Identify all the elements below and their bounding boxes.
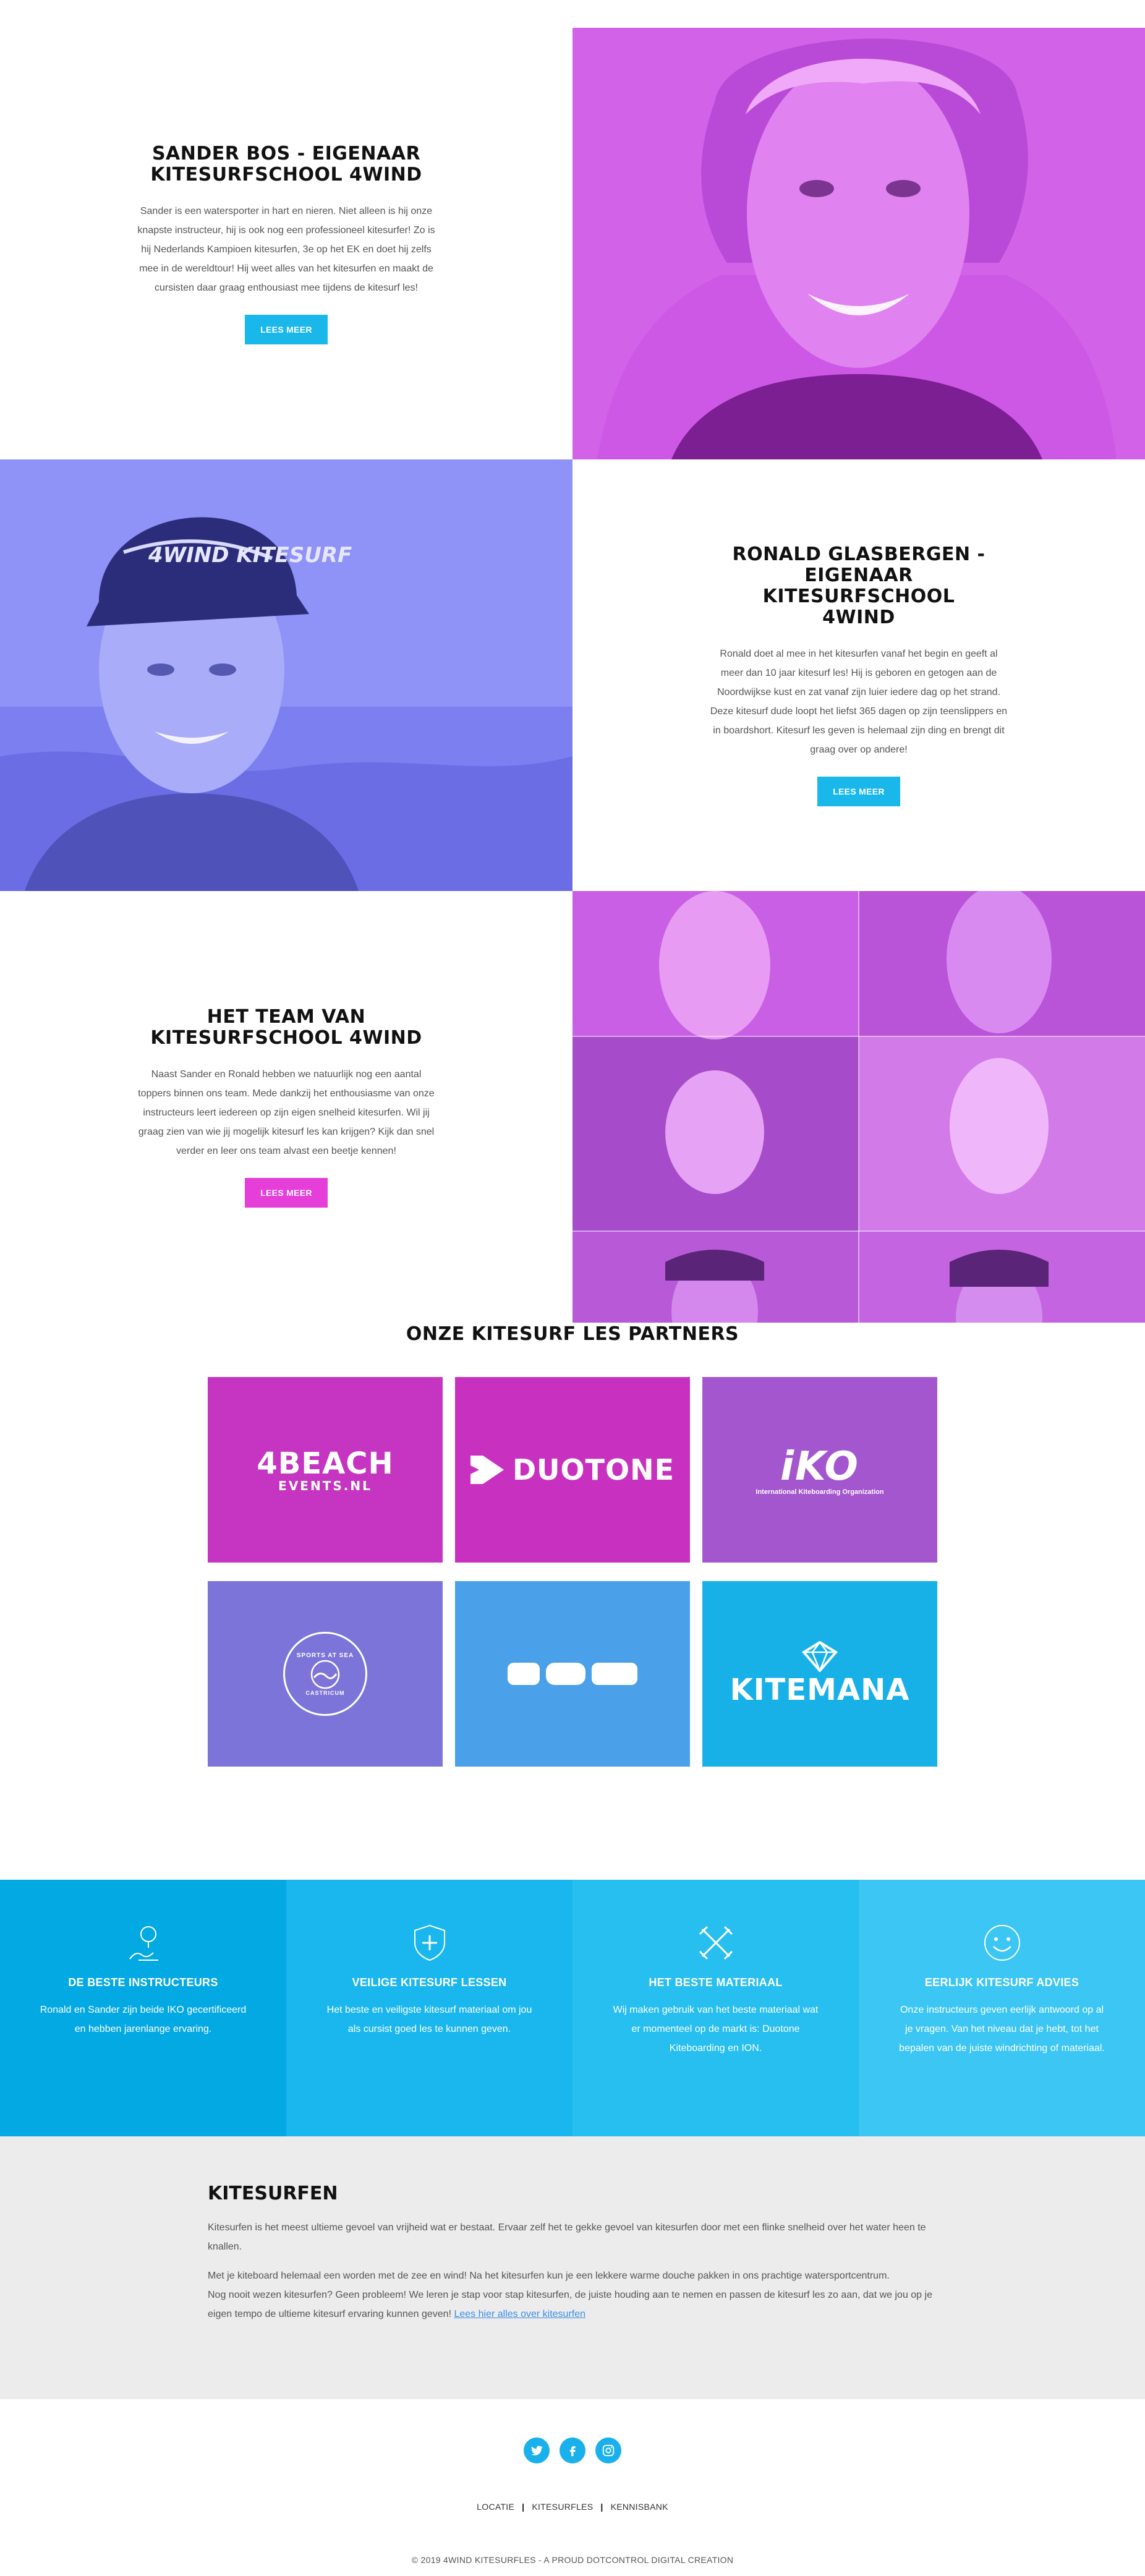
team-collage-image: [572, 891, 1145, 1323]
facebook-icon: [569, 2446, 576, 2457]
team-title: HET TEAM VAN KITESURFSCHOOL 4WIND: [150, 1005, 422, 1049]
ronald-photo: 4WIND KITESURF: [0, 459, 572, 891]
feature-veilige-lessen-body: Het beste en veiligste kitesurf materiaa…: [326, 2005, 532, 2034]
cap-logo-text: 4WIND KITESURF: [148, 543, 352, 568]
copyright: © 2019 4WIND KITESURFLES - A PROUD DOTCO…: [411, 2555, 734, 2565]
ion-logo: ION: [508, 1663, 637, 1685]
feature-instructeurs-body: Ronald en Sander zijn beide IKO gecertif…: [40, 2005, 247, 2034]
social-links: [0, 2437, 1145, 2463]
partner-4beach-tile[interactable]: 4BEACH EVENTS.NL: [208, 1377, 443, 1563]
page: SANDER BOS - EIGENAAR KITESURFSCHOOL 4WIN…: [0, 0, 1145, 2576]
feature-veilige-lessen: VEILIGE KITESURF LESSEN Het beste en vei…: [286, 1880, 572, 2136]
4beach-logo: 4BEACH EVENTS.NL: [257, 1446, 394, 1493]
feature-instructeurs-title: DE BESTE INSTRUCTEURS: [68, 1976, 218, 1989]
trophy-icon: [129, 1926, 158, 1961]
footer-nav: LOCATIE | KITESURFLES | KENNISBANK: [477, 2502, 668, 2512]
kitesurfen-paragraph-1: Kitesurfen is het meest ultieme gevoel v…: [208, 2222, 926, 2252]
footer-link-kitesurfles[interactable]: KITESURFLES: [532, 2502, 593, 2512]
ronald-read-more-button[interactable]: LEES MEER: [817, 777, 900, 806]
wave-icon: [310, 1660, 340, 1689]
facebook-link[interactable]: [560, 2437, 585, 2463]
feature-materiaal-title: HET BESTE MATERIAAL: [649, 1976, 783, 1989]
instagram-icon: [602, 2444, 615, 2457]
feature-advies-title: EERLIJK KITESURF ADVIES: [924, 1976, 1079, 1989]
ronald-section: 4WIND KITESURF RONALD GLASBERGEN - EIGENA…: [0, 459, 1145, 891]
kitemana-diamond-icon: [801, 1640, 838, 1673]
partner-kitemana-tile[interactable]: KITEMANA: [702, 1581, 937, 1767]
shield-plus-icon: [414, 1924, 445, 1961]
team-read-more-button[interactable]: LEES MEER: [245, 1177, 328, 1208]
smiley-icon: [984, 1925, 1020, 1961]
sander-portrait-image: [572, 28, 1145, 459]
kitesurfen-section: KITESURFEN Kitesurfen is het meest ultie…: [0, 2136, 1145, 2399]
sander-body: Sander is een watersporter in hart en ni…: [137, 205, 435, 293]
sports-at-sea-logo: SPORTS AT SEA CASTRICUM: [283, 1632, 367, 1716]
feature-veilige-lessen-title: VEILIGE KITESURF LESSEN: [352, 1976, 507, 1989]
ronald-body: Ronald doet al mee in het kitesurfen van…: [710, 649, 1008, 755]
team-photo-grid: [572, 891, 1145, 1323]
footer-link-kennisbank[interactable]: KENNISBANK: [611, 2502, 668, 2512]
ronald-portrait-image: [0, 459, 572, 891]
kitemana-logo: KITEMANA: [730, 1640, 910, 1707]
feature-advies-body: Onze instructeurs geven eerlijk antwoord…: [899, 2005, 1105, 2054]
sander-text-block: SANDER BOS - EIGENAAR KITESURFSCHOOL 4WIN…: [0, 28, 572, 459]
sander-photo: [572, 28, 1145, 459]
team-text-block: HET TEAM VAN KITESURFSCHOOL 4WIND Naast S…: [0, 891, 572, 1323]
partner-iko-tile[interactable]: iKO International Kiteboarding Organizat…: [702, 1377, 937, 1563]
tools-icon: [699, 1926, 733, 1960]
footer-link-locatie[interactable]: LOCATIE: [477, 2502, 514, 2512]
ronald-title: RONALD GLASBERGEN - EIGENAAR KITESURFSCHO…: [732, 544, 985, 628]
sander-section: SANDER BOS - EIGENAAR KITESURFSCHOOL 4WIN…: [0, 28, 1145, 459]
sander-title: SANDER BOS - EIGENAAR KITESURFSCHOOL 4WIN…: [150, 142, 422, 186]
duotone-logo: DUOTONE: [470, 1453, 675, 1486]
partners-title: ONZE KITESURF LES PARTNERS: [406, 1323, 739, 1345]
svg-text:ION: ION: [572, 1677, 574, 1678]
kitesurfen-read-all-link[interactable]: Lees hier alles over kitesurfen: [454, 2309, 585, 2319]
partner-ion-tile[interactable]: ION: [455, 1581, 690, 1767]
team-section: HET TEAM VAN KITESURFSCHOOL 4WIND Naast S…: [0, 891, 1145, 1323]
duotone-icon: [470, 1456, 504, 1484]
ronald-text-block: RONALD GLASBERGEN - EIGENAAR KITESURFSCHO…: [572, 459, 1145, 891]
feature-instructeurs: DE BESTE INSTRUCTEURS Ronald en Sander z…: [0, 1880, 286, 2136]
feature-advies: EERLIJK KITESURF ADVIES Onze instructeur…: [859, 1880, 1145, 2136]
partner-duotone-tile[interactable]: DUOTONE: [455, 1377, 690, 1563]
sander-read-more-button[interactable]: LEES MEER: [245, 314, 328, 344]
instagram-link[interactable]: [595, 2437, 621, 2463]
kitesurfen-paragraph-2: Met je kiteboard helemaal een worden met…: [208, 2271, 932, 2319]
feature-materiaal-body: Wij maken gebruik van het beste materiaa…: [613, 2005, 819, 2054]
kitesurfen-title: KITESURFEN: [208, 2183, 338, 2204]
twitter-link[interactable]: [524, 2437, 550, 2463]
partners-section: ONZE KITESURF LES PARTNERS 4BEACH EVENTS…: [0, 1323, 1145, 1767]
partners-grid: 4BEACH EVENTS.NL DUOTONE iKO Internation…: [208, 1377, 937, 1767]
usp-features: DE BESTE INSTRUCTEURS Ronald en Sander z…: [0, 1880, 1145, 2136]
partner-sports-at-sea-tile[interactable]: SPORTS AT SEA CASTRICUM: [208, 1581, 443, 1767]
iko-logo: iKO International Kiteboarding Organizat…: [756, 1444, 884, 1496]
footer: LOCATIE | KITESURFLES | KENNISBANK © 2019 4W…: [0, 2399, 1145, 2576]
feature-materiaal: HET BESTE MATERIAAL Wij maken gebruik va…: [572, 1880, 859, 2136]
team-body: Naast Sander en Ronald hebben we natuurl…: [138, 1068, 435, 1156]
twitter-icon: [531, 2446, 543, 2455]
